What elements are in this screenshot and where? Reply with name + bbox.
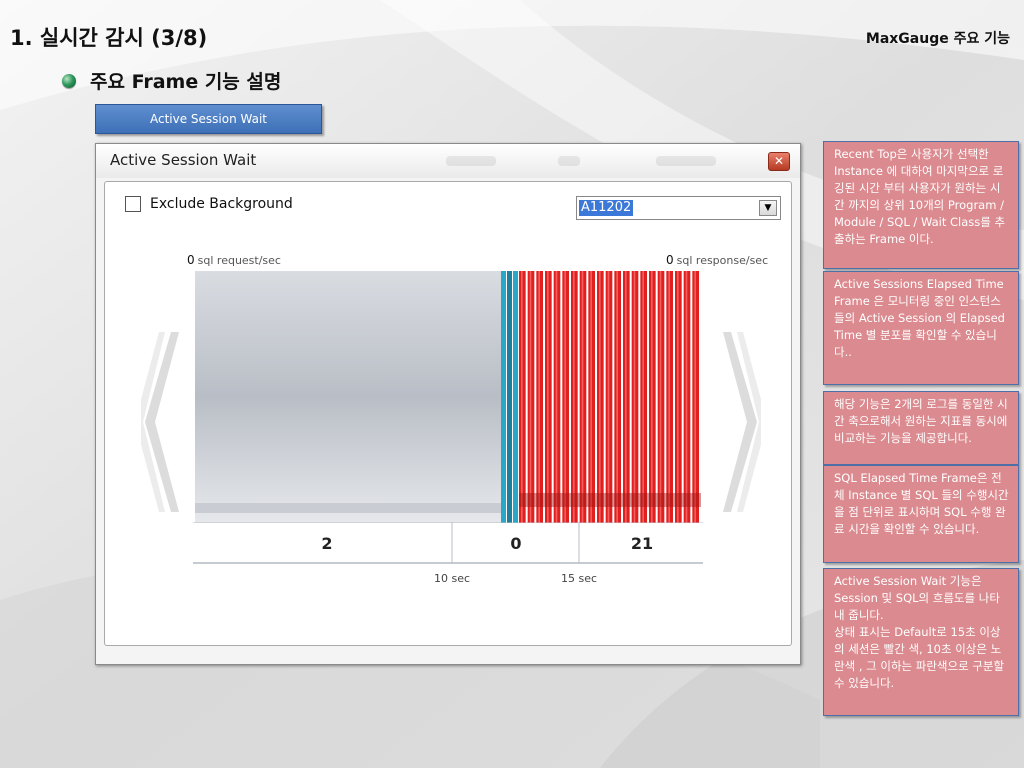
session-wait-panel: Exclude Background A11202 ▼ 0 sql request… <box>104 181 792 646</box>
window-title: Active Session Wait <box>110 151 257 169</box>
instance-select[interactable]: A11202 ▼ <box>576 196 781 220</box>
sql-request-metric: 0 sql request/sec <box>187 253 281 267</box>
sql-request-value: 0 <box>187 253 195 267</box>
exclude-background-checkbox[interactable]: Exclude Background <box>125 196 293 212</box>
sql-response-value: 0 <box>666 253 674 267</box>
red-session-highlight <box>590 271 592 523</box>
red-session-highlight <box>521 271 523 523</box>
red-session-highlight <box>607 271 610 523</box>
sql-response-metric: 0 sql response/sec <box>666 253 768 267</box>
red-session-highlight <box>547 271 549 523</box>
instance-select-value: A11202 <box>579 200 634 216</box>
frame-name-label: Active Session Wait <box>95 104 322 134</box>
blue-sessions-area <box>501 271 518 523</box>
idle-sessions-area <box>195 271 501 523</box>
slide-title: 1. 실시간 감시 (3/8) <box>10 26 208 50</box>
note-recent-top: Recent Top은 사용자가 선택한 Instance 에 대하여 마지막으… <box>823 141 1019 269</box>
sql-response-label: sql response/sec <box>676 254 769 267</box>
titlebar-ghost <box>656 156 716 166</box>
bin-divider-lines <box>193 522 703 564</box>
red-session-highlight <box>538 271 540 523</box>
bin-count-under-10: 2 <box>321 534 333 553</box>
red-session-highlight <box>642 271 644 523</box>
red-session-highlight <box>625 271 627 523</box>
bin-count-10-to-15: 0 <box>510 534 522 553</box>
checkbox-box[interactable] <box>125 196 141 212</box>
red-session-highlight <box>616 271 618 523</box>
red-session-highlight <box>685 271 688 523</box>
red-session-highlight <box>573 271 575 523</box>
red-session-highlight <box>599 271 601 523</box>
section-heading: 주요 Frame 기능 설명 <box>90 71 282 93</box>
tick-15-sec: 15 sec <box>560 572 598 585</box>
note-active-sessions-elapsed-time: Active Sessions Elapsed Time Frame 은 모니터… <box>823 271 1019 385</box>
window-titlebar[interactable]: Active Session Wait ✕ <box>96 144 800 178</box>
red-session-highlight <box>581 271 584 523</box>
checkbox-label[interactable]: Exclude Background <box>150 196 293 212</box>
note-log-compare: 해당 기능은 2개의 로그를 동일한 시간 축으로해서 원하는 지표를 동시에 … <box>823 391 1019 465</box>
bin-count-over-15: 21 <box>630 534 654 553</box>
bullet-icon <box>62 73 76 88</box>
active-session-wait-window: Active Session Wait ✕ Exclude Background… <box>95 143 801 665</box>
titlebar-ghost <box>558 156 580 166</box>
section-bullet: 주요 Frame 기능 설명 <box>62 67 281 94</box>
blue-session-stripe <box>507 271 512 523</box>
blue-session-stripe <box>513 271 518 523</box>
titlebar-ghost <box>446 156 496 166</box>
red-session-highlight <box>564 271 566 523</box>
red-session-highlight <box>659 271 662 523</box>
chevron-down-icon[interactable]: ▼ <box>759 200 777 216</box>
red-session-shade <box>519 493 701 507</box>
session-flow-chart <box>195 271 701 523</box>
bin-counts: 2 0 21 <box>193 522 703 564</box>
left-flow-arrow-icon <box>141 332 179 512</box>
red-sessions-area <box>519 271 701 523</box>
red-session-highlight <box>555 271 558 523</box>
slide-tag: MaxGauge 주요 기능 <box>865 31 1010 47</box>
close-icon[interactable]: ✕ <box>768 152 790 171</box>
red-session-highlight <box>529 271 532 523</box>
right-flow-arrow-icon <box>723 332 761 512</box>
tick-10-sec: 10 sec <box>433 572 471 585</box>
red-session-highlight <box>633 271 636 523</box>
red-session-highlight <box>651 271 653 523</box>
note-active-session-wait: Active Session Wait 기능은 Session 및 SQL의 흐… <box>823 568 1019 716</box>
red-session-highlight <box>668 271 670 523</box>
red-session-highlight <box>694 271 696 523</box>
red-session-highlight <box>677 271 679 523</box>
sql-request-label: sql request/sec <box>197 254 281 267</box>
note-sql-elapsed-time: SQL Elapsed Time Frame은 전체 Instance 별 SQ… <box>823 465 1019 563</box>
blue-session-stripe <box>501 271 506 523</box>
